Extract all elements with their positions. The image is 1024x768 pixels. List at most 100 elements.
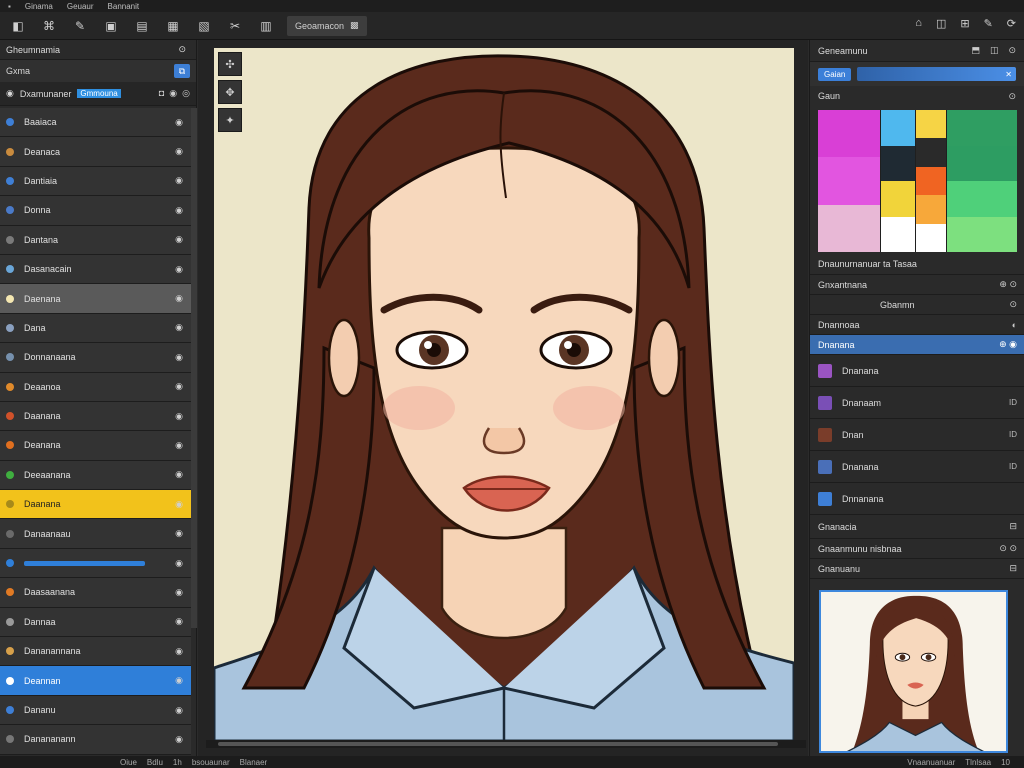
color-swatch[interactable] [818,204,880,252]
visibility-eye-icon[interactable]: ◉ [175,616,183,627]
visibility-eye-icon[interactable]: ◉ [175,675,183,686]
layer-row[interactable]: Deeaanana ◉ [0,460,191,491]
layer-row[interactable]: Dantana ◉ [0,225,191,255]
visibility-eye-icon[interactable]: ◉ [175,440,183,451]
layer-row[interactable]: Donna ◉ [0,196,191,226]
layer-row[interactable]: Baaiaca ◉ [0,108,191,138]
adjustment-selected-row[interactable]: Dnanana ⊕ ◉ [810,335,1024,355]
canvas-horizontal-scrollbar[interactable] [206,740,806,748]
adjustment-item[interactable]: Dnanana [810,355,1024,387]
tab-color[interactable]: Gaian [818,67,852,81]
section-adjustments-icons[interactable]: ⊕ ⊙ [999,279,1017,290]
visibility-eye-icon[interactable]: ◉ [175,293,183,304]
canvas-tool-button[interactable]: ✦ [218,108,242,132]
document-tab[interactable]: Geoamacon ▩ [287,15,367,36]
adjustment-item[interactable]: Dnanana ID [810,451,1024,483]
toolbar-right-icon[interactable]: ◫ [936,17,946,30]
section-navigator-icon[interactable]: ⊟ [1009,563,1017,574]
layer-row[interactable]: Donnanaana ◉ [0,343,191,373]
layer-row[interactable]: Dananu ◉ [0,695,191,726]
swatch-menu-icon[interactable]: ⊙ [1008,91,1016,102]
color-swatch[interactable] [881,216,915,252]
color-swatch[interactable] [947,216,1017,252]
toolbar-tool-icon[interactable]: ✎ [70,17,90,35]
layer-row[interactable]: Deaanoa ◉ [0,372,191,402]
color-swatch[interactable] [947,145,1017,181]
layer-filter-icon[interactable]: ◘ ◉ ◎ [159,88,190,99]
visibility-eye-icon[interactable]: ◉ [175,411,183,422]
adjustment-selected-icons[interactable]: ⊕ ◉ [999,339,1017,350]
menu-item[interactable]: Ginama [25,2,53,11]
visibility-eye-icon[interactable]: ◉ [175,264,183,275]
color-swatch[interactable] [881,110,915,146]
color-swatch[interactable] [916,223,946,253]
toolbar-right-icon[interactable]: ✎ [984,17,993,30]
toolbar-tool-icon[interactable]: ✂ [225,17,245,35]
visibility-eye-icon[interactable]: ◉ [175,558,183,569]
color-swatch[interactable] [818,110,880,158]
color-swatch[interactable] [881,145,915,181]
layer-row[interactable]: Daanana ◉ [0,490,191,520]
visibility-eye-icon[interactable]: ◉ [175,146,183,157]
copy-icon[interactable]: ◫ [990,45,999,56]
visibility-eye-icon[interactable]: ◉ [175,205,183,216]
panel-options-icon[interactable]: ⊙ [1008,45,1016,56]
color-swatch[interactable] [947,181,1017,217]
layer-search-highlight[interactable]: Gmmouna [77,89,121,98]
layers-scrollbar[interactable] [191,108,197,628]
visibility-eye-icon[interactable]: ◉ [175,175,183,186]
layer-row[interactable]: Deanaca ◉ [0,137,191,167]
toolbar-tool-icon[interactable]: ▥ [256,17,276,35]
color-swatch[interactable] [881,181,915,217]
layer-row[interactable]: Dannaa ◉ [0,607,191,638]
toolbar-right-icon[interactable]: ⟳ [1007,17,1016,30]
visibility-eye-icon[interactable]: ◉ [175,587,183,598]
visibility-eye-icon[interactable]: ◉ [175,528,183,539]
toolbar-tool-icon[interactable]: ▧ [194,17,214,35]
toolbar-tool-icon[interactable]: ▤ [132,17,152,35]
canvas-tool-button[interactable]: ✥ [218,80,242,104]
color-slider[interactable]: ✕ [857,67,1016,81]
visibility-eye-icon[interactable]: ◉ [175,234,183,245]
visibility-eye-icon[interactable]: ◉ [175,352,183,363]
layer-row[interactable]: Deannan ◉ [0,666,191,696]
visibility-eye-icon[interactable]: ◉ [175,705,183,716]
expand-icon[interactable]: ⬒ [971,45,980,56]
canvas-tool-button[interactable]: ✣ [218,52,242,76]
color-swatch[interactable] [916,195,946,224]
toolbar-tool-icon[interactable]: ⌘ [39,17,59,35]
visibility-eye-icon[interactable]: ◉ [175,499,183,510]
visibility-eye-icon[interactable]: ◉ [175,117,183,128]
layer-row[interactable]: Deanana ◉ [0,431,191,461]
color-swatch[interactable] [916,110,946,139]
color-swatch[interactable] [818,157,880,205]
adjustment-item[interactable]: Dnanaam ID [810,387,1024,419]
color-swatches[interactable] [818,110,1017,253]
add-layer-button[interactable]: ⧉ [174,64,190,78]
navigator-preview[interactable] [819,590,1008,753]
section-paths-icons[interactable]: ⊙ ⊙ [999,543,1017,554]
menu-item[interactable]: ▪ [8,2,11,11]
menu-item[interactable]: Geuaur [67,2,94,11]
adjustment-item[interactable]: Dnnanana [810,483,1024,515]
toolbar-right-icon[interactable]: ⊞ [960,17,969,30]
layer-row[interactable]: Daasaanana ◉ [0,578,191,608]
color-swatch[interactable] [916,166,946,196]
layer-search[interactable]: ◉ Dxamunaner Gmmouna ◘ ◉ ◎ [0,82,196,106]
toolbar-tool-icon[interactable]: ▦ [163,17,183,35]
menu-item[interactable]: Bannanit [108,2,140,11]
panel-menu-icon[interactable]: ⊙ [178,44,186,55]
adjustments-sub-icon[interactable]: ⊙ [1009,299,1017,310]
layer-row[interactable]: Dantiaia ◉ [0,166,191,197]
color-swatch[interactable] [947,110,1017,146]
layer-opacity-bar[interactable] [24,560,146,566]
adjustment-item[interactable]: Dnan ID [810,419,1024,451]
canvas-area[interactable]: ✣ ✥ ✦ [198,40,808,756]
color-swatch[interactable] [916,138,946,167]
adjustments-row-toggle[interactable]: ◐ [1012,320,1017,330]
visibility-eye-icon[interactable]: ◉ [175,322,183,333]
artboard[interactable] [214,48,794,741]
layer-row[interactable]: Dana ◉ [0,313,191,344]
layer-row[interactable]: Daanana ◉ [0,401,191,432]
toolbar-tool-icon[interactable]: ▣ [101,17,121,35]
